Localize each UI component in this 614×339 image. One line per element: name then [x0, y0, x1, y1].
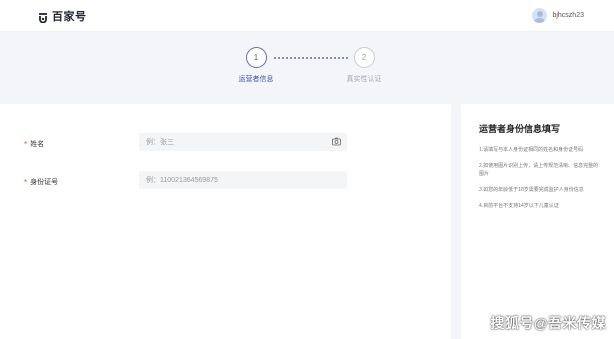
step-label: 运营者信息: [238, 76, 274, 83]
logo-text: 百家号: [52, 11, 87, 23]
brand-logo[interactable]: 百家号: [37, 9, 87, 24]
step-operator-info[interactable]: 1 运营者信息: [216, 47, 296, 84]
name-placeholder: 例：张三: [146, 139, 174, 146]
guidance-item: 1.请填写与本人身份证相同的姓名和身份证号码: [479, 147, 584, 153]
required-mark: *: [24, 139, 28, 149]
progress-steps: 1 运营者信息 2 真实性认证: [0, 32, 614, 104]
top-header: 百家号 bjhcszh23: [0, 0, 614, 32]
guidance-panel: 运营者身份信息填写 1.请填写与本人身份证相同的姓名和身份证号码 2.如使用图片…: [461, 104, 614, 339]
guidance-item: 3.如您的年龄低于18岁需要完成监护人身份信息: [479, 187, 584, 193]
id-number-label-text: 身份证号: [30, 179, 59, 186]
id-number-input[interactable]: 例：110021364569875: [139, 171, 347, 189]
form-card: * 姓名 例：张三 * 身份证号 例：110021364569875: [0, 104, 451, 339]
step-label: 真实性认证: [346, 76, 382, 83]
step-number: 2: [353, 47, 375, 68]
guidance-item: 2.如使用图片识别上传，请上传规范清晰、信息完整的图片: [479, 163, 599, 177]
baijiahao-logo-icon: [37, 10, 49, 24]
user-menu[interactable]: bjhcszh23: [532, 7, 584, 23]
watermark: 搜狐号@吾米传媒: [490, 315, 606, 331]
username[interactable]: bjhcszh23: [552, 12, 584, 19]
guidance-item: 4.目前平台不支持14岁以下儿童认证: [479, 203, 559, 209]
step-number: 1: [245, 47, 267, 68]
step-authenticity[interactable]: 2 真实性认证: [324, 47, 404, 84]
name-input[interactable]: 例：张三: [139, 133, 347, 151]
name-label-text: 姓名: [30, 141, 45, 148]
name-label: * 姓名: [24, 139, 44, 149]
camera-icon[interactable]: [332, 137, 341, 146]
id-number-placeholder: 例：110021364569875: [146, 177, 218, 184]
user-avatar-icon[interactable]: [532, 7, 548, 23]
id-number-label: * 身份证号: [24, 177, 58, 187]
guidance-title: 运营者身份信息填写: [479, 124, 561, 134]
required-mark: *: [24, 177, 28, 187]
